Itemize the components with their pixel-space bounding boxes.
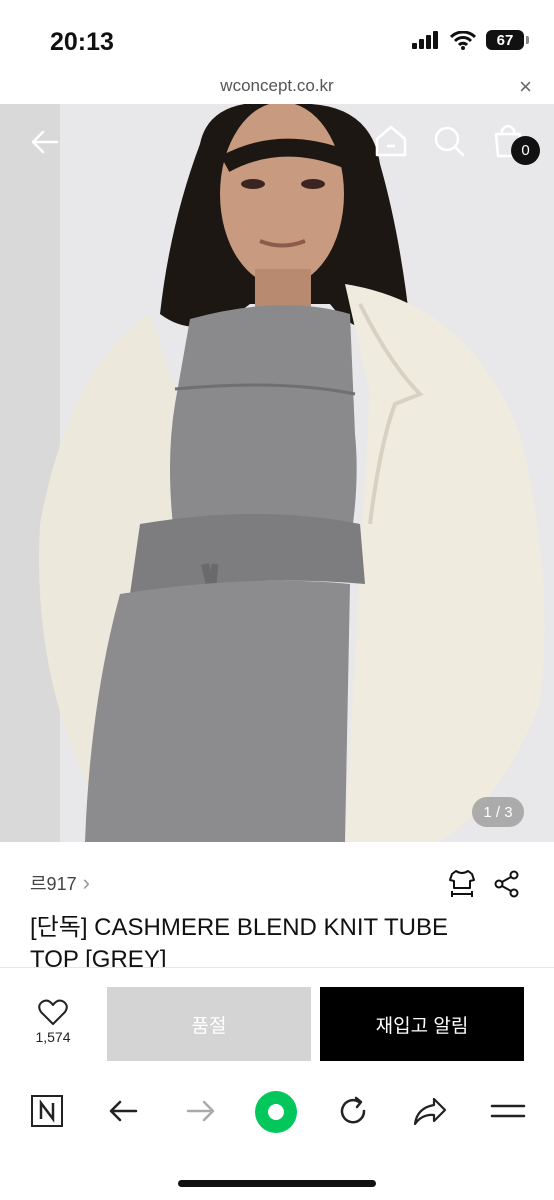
size-guide-icon[interactable] [448, 868, 476, 900]
soldout-button[interactable]: 품절 [107, 987, 311, 1061]
menu-icon[interactable] [490, 1094, 526, 1128]
product-photo [0, 104, 554, 842]
url-bar[interactable]: wconcept.co.kr × [0, 72, 554, 104]
product-image[interactable] [0, 104, 554, 842]
brand-name[interactable]: 르917 [30, 870, 77, 896]
naver-icon[interactable] [30, 1094, 64, 1128]
refresh-icon[interactable] [336, 1094, 370, 1128]
share-forward-icon[interactable] [412, 1094, 448, 1128]
status-time: 20:13 [50, 28, 114, 56]
restock-alert-button[interactable]: 재입고 알림 [320, 987, 524, 1061]
product-title: [단독] CASHMERE BLEND KNIT TUBE TOP [GREY] [30, 914, 449, 968]
forward-icon[interactable] [184, 1094, 218, 1128]
chevron-right-icon: › [82, 870, 90, 895]
share-icon[interactable] [493, 870, 521, 898]
close-icon[interactable]: × [519, 74, 532, 100]
status-bar: 20:13 67 [0, 0, 554, 72]
url-text[interactable]: wconcept.co.kr [0, 76, 554, 96]
purchase-action-bar: 1,574 품절 재입고 알림 [0, 967, 554, 1077]
brand-link[interactable]: 르917 › [30, 870, 90, 896]
home-indicator [178, 1180, 376, 1187]
wifi-icon [450, 30, 476, 50]
like-count: 1,574 [35, 1029, 71, 1045]
green-dot-icon[interactable] [254, 1090, 298, 1134]
heart-icon[interactable] [38, 998, 68, 1026]
back-arrow-icon[interactable] [29, 126, 61, 158]
like-button[interactable]: 1,574 [24, 998, 82, 1045]
image-counter: 1 / 3 [472, 797, 524, 827]
back-icon[interactable] [106, 1094, 140, 1128]
status-icons: 67 [412, 30, 529, 50]
home-icon[interactable] [374, 124, 408, 158]
cart-count-badge[interactable]: 0 [511, 136, 540, 165]
signal-icon [412, 31, 438, 49]
battery-icon: 67 [486, 30, 529, 50]
search-icon[interactable] [432, 124, 466, 158]
